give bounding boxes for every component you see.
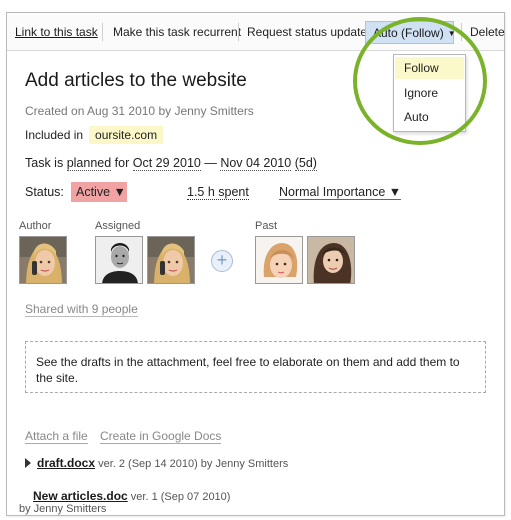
- included-label: Included in: [25, 128, 84, 142]
- make-recurrent-button[interactable]: Make this task recurrent: [113, 25, 241, 39]
- create-google-docs-link[interactable]: Create in Google Docs: [100, 429, 222, 444]
- shared-with-link[interactable]: Shared with 9 people: [25, 302, 138, 317]
- time-spent[interactable]: 1.5 h spent: [187, 185, 249, 200]
- file-meta: ver. 1 (Sep 07 2010): [130, 491, 231, 503]
- past-label: Past: [255, 220, 278, 232]
- past-avatar-2[interactable]: [307, 236, 355, 284]
- file-link[interactable]: draft.docx: [37, 456, 95, 470]
- start-date[interactable]: Oct 29 2010: [132, 156, 201, 171]
- assigned-avatar-1[interactable]: [95, 236, 143, 284]
- delete-button[interactable]: Delete: [470, 25, 505, 39]
- planned-prefix: Task is: [25, 156, 64, 170]
- request-status-update-button[interactable]: Request status update: [247, 25, 367, 39]
- attach-file-link[interactable]: Attach a file: [25, 429, 88, 444]
- link-to-task-link[interactable]: Link to this task: [15, 25, 98, 39]
- importance-dropdown[interactable]: Normal Importance ▼: [279, 185, 402, 200]
- add-assignee-button[interactable]: +: [211, 250, 233, 272]
- end-date[interactable]: Nov 04 2010: [220, 156, 292, 171]
- planned-state[interactable]: planned: [66, 156, 112, 171]
- expand-triangle-icon[interactable]: [25, 458, 31, 468]
- toolbar-divider: [238, 23, 239, 41]
- task-title: Add articles to the website: [25, 70, 247, 91]
- file-meta-author: by Jenny Smitters: [19, 503, 107, 515]
- task-description[interactable]: See the drafts in the attachment, feel f…: [25, 341, 486, 393]
- toolbar-divider: [102, 23, 103, 41]
- included-site-tag[interactable]: oursite.com: [89, 126, 164, 144]
- file-meta: ver. 2 (Sep 14 2010) by Jenny Smitters: [98, 458, 289, 470]
- toolbar-divider: [461, 23, 462, 41]
- included-in-row: Included in oursite.com: [25, 126, 164, 144]
- menu-item-ignore[interactable]: Ignore: [404, 86, 438, 100]
- duration[interactable]: (5d): [294, 156, 317, 171]
- past-avatar-1[interactable]: [255, 236, 303, 284]
- follow-mode-dropdown[interactable]: Auto (Follow) ▼: [365, 21, 456, 44]
- file-link[interactable]: New articles.doc: [33, 489, 128, 503]
- follow-mode-menu: Follow Ignore Auto: [393, 54, 466, 132]
- task-panel: Link to this task Make this task recurre…: [6, 12, 505, 516]
- menu-item-follow[interactable]: Follow: [395, 57, 464, 79]
- created-info: Created on Aug 31 2010 by Jenny Smitters: [25, 104, 254, 118]
- date-separator: —: [204, 156, 217, 170]
- attachment-row: draft.docx ver. 2 (Sep 14 2010) by Jenny…: [25, 456, 288, 470]
- assigned-label: Assigned: [95, 220, 141, 232]
- author-avatar[interactable]: [19, 236, 67, 284]
- assigned-avatar-2[interactable]: [147, 236, 195, 284]
- follow-mode-label: Auto (Follow): [373, 26, 444, 40]
- menu-item-auto[interactable]: Auto: [404, 110, 429, 124]
- attachment-row: New articles.doc ver. 1 (Sep 07 2010): [33, 489, 230, 503]
- planned-row: Task is planned for Oct 29 2010 — Nov 04…: [25, 156, 317, 171]
- caret-down-icon: ▼: [447, 29, 456, 38]
- status-dropdown[interactable]: Active ▼: [71, 182, 127, 202]
- planned-for-label: for: [114, 156, 130, 170]
- author-label: Author: [19, 220, 52, 232]
- status-label: Status:: [25, 185, 64, 199]
- task-toolbar: Link to this task Make this task recurre…: [7, 13, 505, 51]
